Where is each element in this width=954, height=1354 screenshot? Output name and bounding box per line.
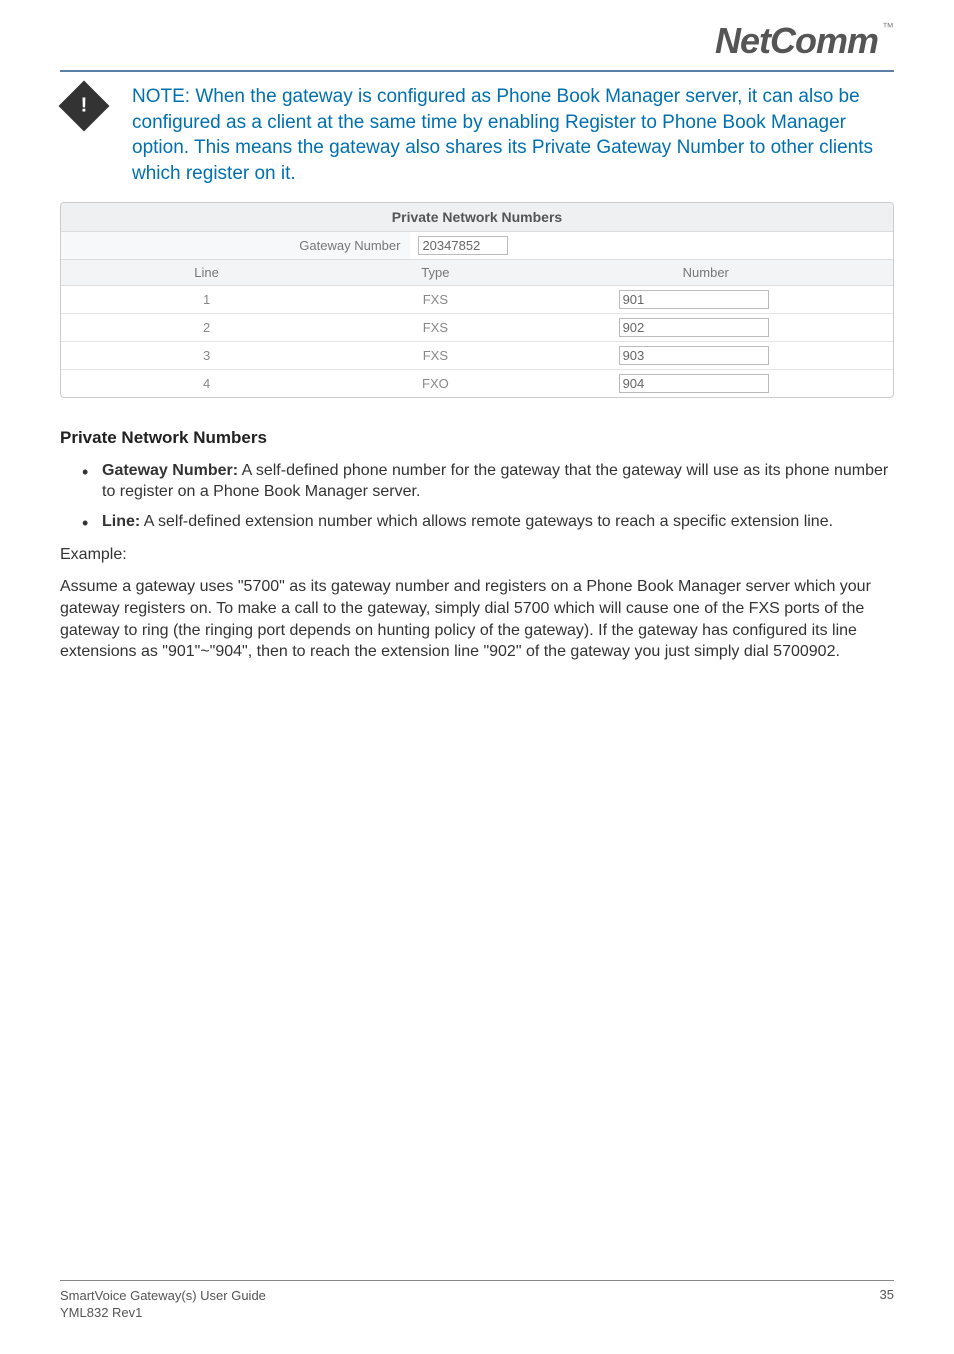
example-paragraph: Assume a gateway uses "5700" as its gate… <box>60 576 894 662</box>
number-input[interactable] <box>619 346 769 365</box>
section-heading: Private Network Numbers <box>60 428 894 448</box>
gateway-number-input[interactable] <box>418 236 508 255</box>
logo-text: NetComm <box>715 20 878 61</box>
number-input[interactable] <box>619 290 769 309</box>
page-number: 35 <box>880 1287 894 1322</box>
column-header-number: Number <box>519 260 893 285</box>
table-title: Private Network Numbers <box>61 203 893 232</box>
table-row: 3 FXS <box>61 342 893 370</box>
cell-line: 4 <box>61 370 352 397</box>
brand-logo: NetComm ™ <box>715 20 894 62</box>
footer-guide-title: SmartVoice Gateway(s) User Guide <box>60 1287 266 1305</box>
cell-type: FXS <box>352 286 518 313</box>
list-item: Gateway Number: A self-defined phone num… <box>82 460 894 503</box>
gateway-number-label: Gateway Number <box>61 232 410 259</box>
number-input[interactable] <box>619 318 769 337</box>
cell-line: 1 <box>61 286 352 313</box>
header-divider <box>60 70 894 72</box>
column-header-type: Type <box>352 260 518 285</box>
trademark-symbol: ™ <box>882 20 894 34</box>
page-footer: SmartVoice Gateway(s) User Guide YML832 … <box>60 1280 894 1322</box>
cell-type: FXO <box>352 370 518 397</box>
cell-type: FXS <box>352 314 518 341</box>
cell-type: FXS <box>352 342 518 369</box>
bullet-term: Gateway Number: <box>102 462 238 479</box>
private-network-numbers-table: Private Network Numbers Gateway Number L… <box>60 202 894 398</box>
number-input[interactable] <box>619 374 769 393</box>
column-header-line: Line <box>61 260 352 285</box>
alert-icon <box>59 81 110 132</box>
cell-line: 2 <box>61 314 352 341</box>
example-label: Example: <box>60 546 894 564</box>
list-item: Line: A self-defined extension number wh… <box>82 511 894 533</box>
table-row: 2 FXS <box>61 314 893 342</box>
table-row: 1 FXS <box>61 286 893 314</box>
table-row: 4 FXO <box>61 370 893 397</box>
bullet-desc: A self-defined extension number which al… <box>140 513 833 530</box>
note-text: NOTE: When the gateway is configured as … <box>132 84 894 187</box>
footer-revision: YML832 Rev1 <box>60 1304 266 1322</box>
bullet-term: Line: <box>102 513 140 530</box>
cell-line: 3 <box>61 342 352 369</box>
